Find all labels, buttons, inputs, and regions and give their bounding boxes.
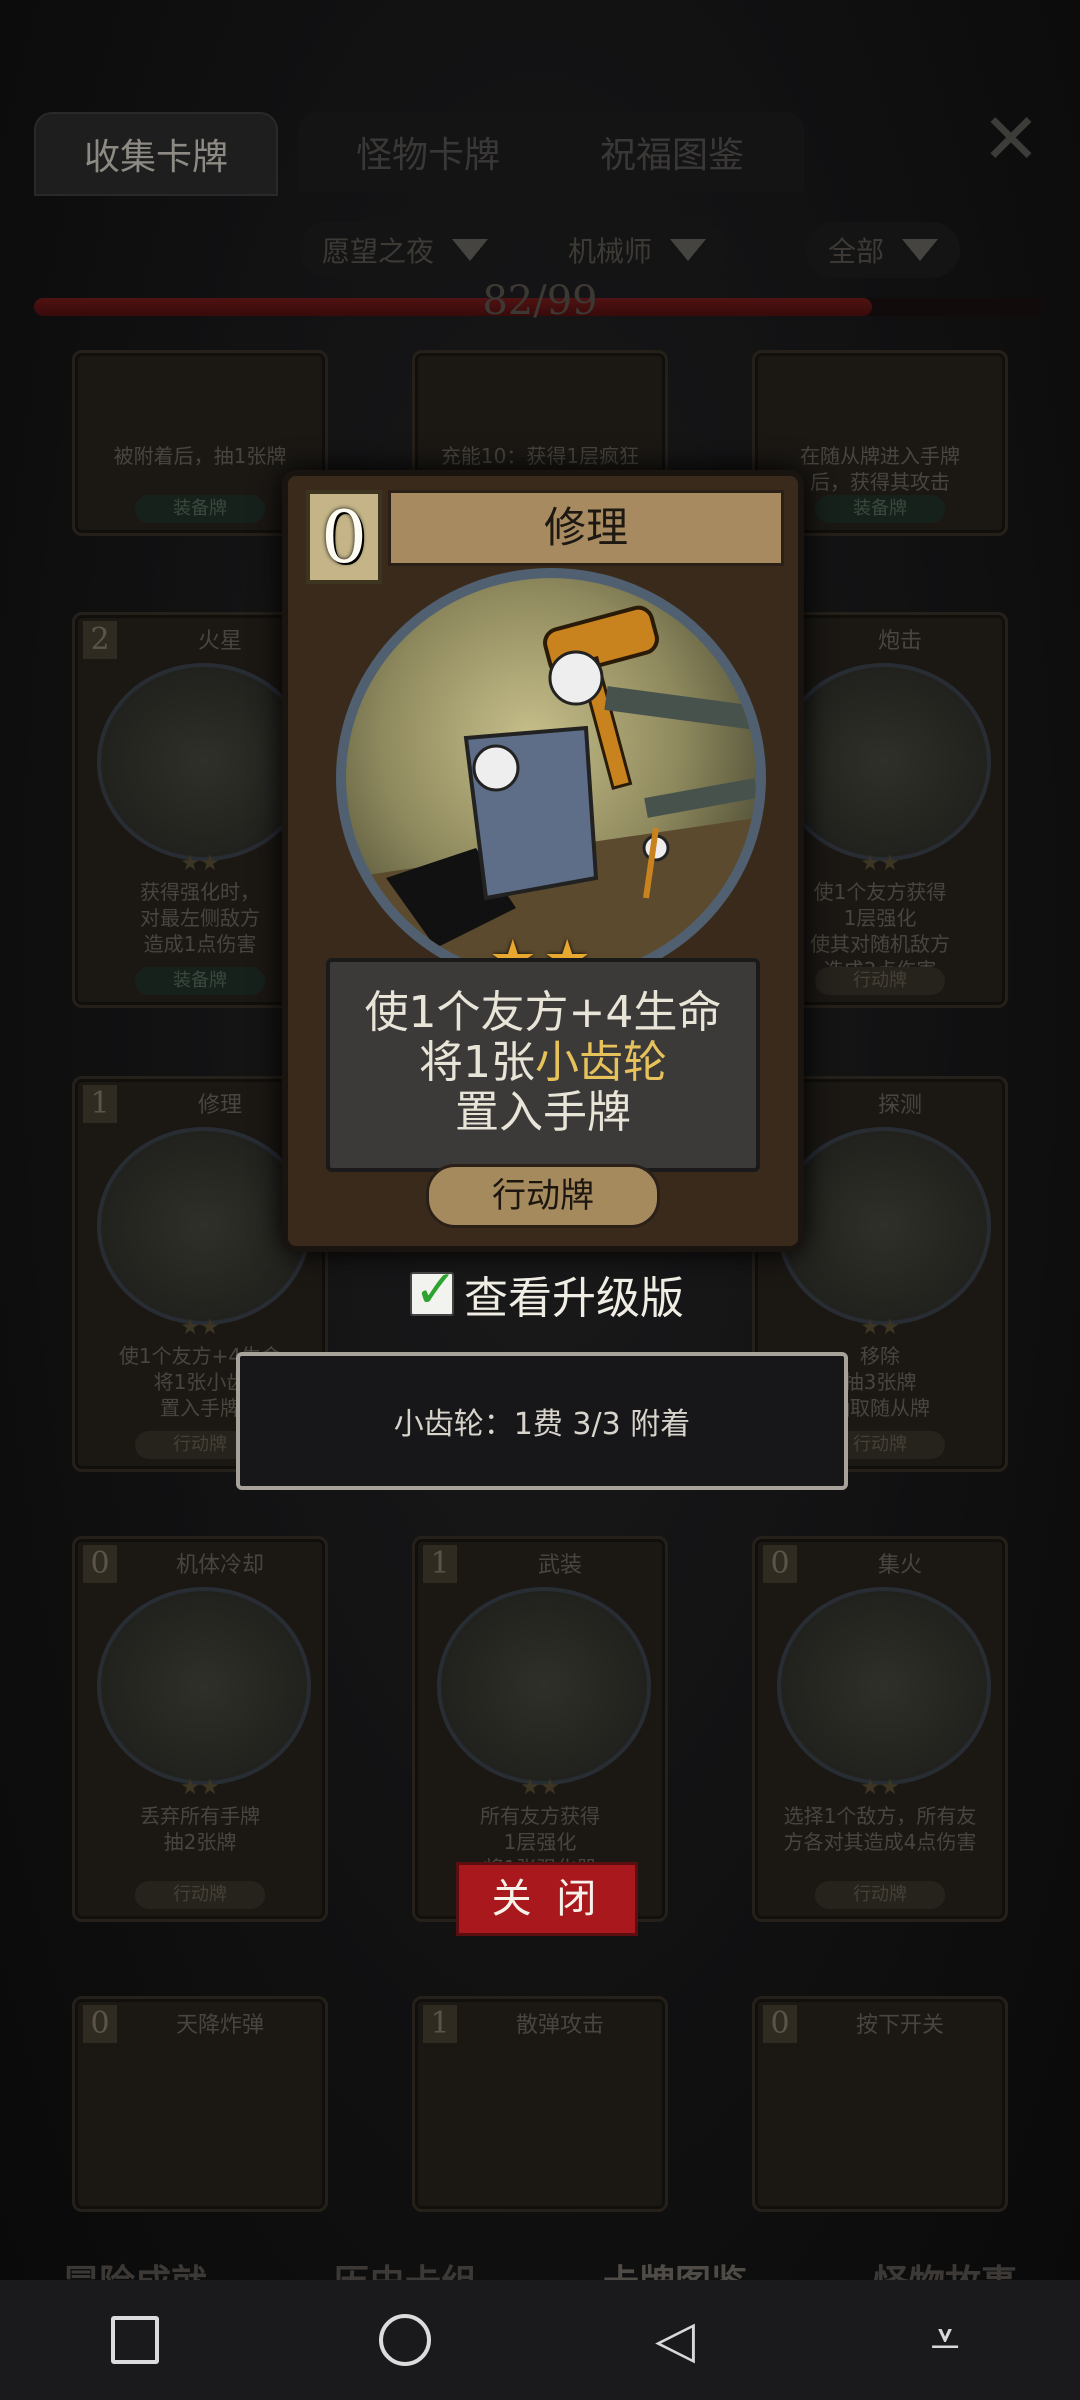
pull-down-icon: ⩡ [930,2309,960,2370]
card-art [336,568,766,988]
keyword-tooltip: 小齿轮：1费 3/3 附着 [236,1352,848,1490]
triangle-back-icon: ◁ [655,2310,695,2370]
card-type: 行动牌 [426,1164,660,1228]
close-button[interactable]: 关 闭 [456,1862,638,1936]
back-button[interactable]: ◁ [635,2300,715,2380]
card-name: 修理 [388,490,784,566]
desc-keyword-gear[interactable]: 小齿轮 [535,1037,667,1088]
desc-line-3: 置入手牌 [455,1087,631,1138]
recent-apps-button[interactable] [95,2300,175,2380]
desc-line-1: 使1个友方+4生命 [364,987,722,1038]
desc-line-2: 将1张小齿轮 [330,1038,756,1088]
desc-line-2-prefix: 将1张 [419,1037,535,1088]
view-upgrade-toggle[interactable]: 查看升级版 [410,1260,684,1324]
repair-hammer-art [346,605,756,978]
square-icon [111,2316,159,2364]
checkbox-icon[interactable] [410,1260,458,1320]
home-button[interactable] [365,2300,445,2380]
card-cost: 0 [306,490,382,584]
system-navigation-bar: ◁ ⩡ [0,2280,1080,2400]
tooltip-text: 小齿轮：1费 3/3 附着 [393,1407,691,1442]
notification-pull-button[interactable]: ⩡ [905,2300,985,2380]
card-detail: 0 修理 ★★ 使1个友方+4生命 将1张小齿轮 置入手牌 行动牌 [282,470,804,1252]
card-description: 使1个友方+4生命 将1张小齿轮 置入手牌 [326,958,760,1172]
view-upgrade-label: 查看升级版 [464,1273,684,1324]
circle-icon [379,2314,431,2366]
